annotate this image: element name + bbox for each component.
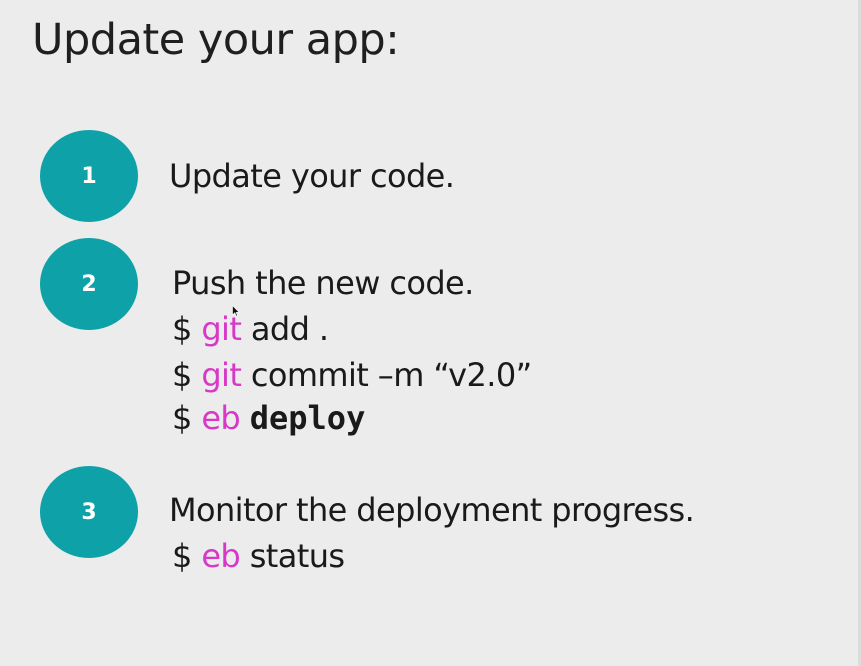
step-3-number-badge: 3 — [40, 466, 138, 558]
step-1-heading: Update your code. — [169, 157, 455, 195]
slide: Update your app: 1 Update your code. 2 P… — [0, 0, 861, 666]
command-args: status — [249, 537, 345, 575]
step-2-number-badge: 2 — [40, 238, 138, 330]
step-3-heading: Monitor the deployment progress. — [169, 491, 695, 529]
command-line-git-commit: $ git commit –m “v2.0” — [172, 355, 532, 395]
step-2-heading: Push the new code. — [172, 264, 474, 302]
command-tool: eb — [201, 537, 241, 575]
command-args: add . — [250, 310, 329, 348]
command-tool: eb — [201, 399, 241, 437]
command-line-eb-status: $ eb status — [172, 536, 345, 576]
command-args: deploy — [249, 399, 366, 437]
command-line-git-add: $ git add . — [172, 309, 329, 349]
command-args: commit –m “v2.0” — [250, 356, 532, 394]
command-line-eb-deploy: $ eb deploy — [172, 398, 365, 438]
step-1-number-badge: 1 — [40, 130, 138, 222]
slide-title: Update your app: — [32, 15, 400, 65]
shell-prompt: $ — [172, 537, 192, 575]
shell-prompt: $ — [172, 356, 192, 394]
shell-prompt: $ — [172, 310, 192, 348]
mouse-pointer-icon — [232, 305, 240, 317]
command-tool: git — [201, 356, 242, 394]
shell-prompt: $ — [172, 399, 192, 437]
